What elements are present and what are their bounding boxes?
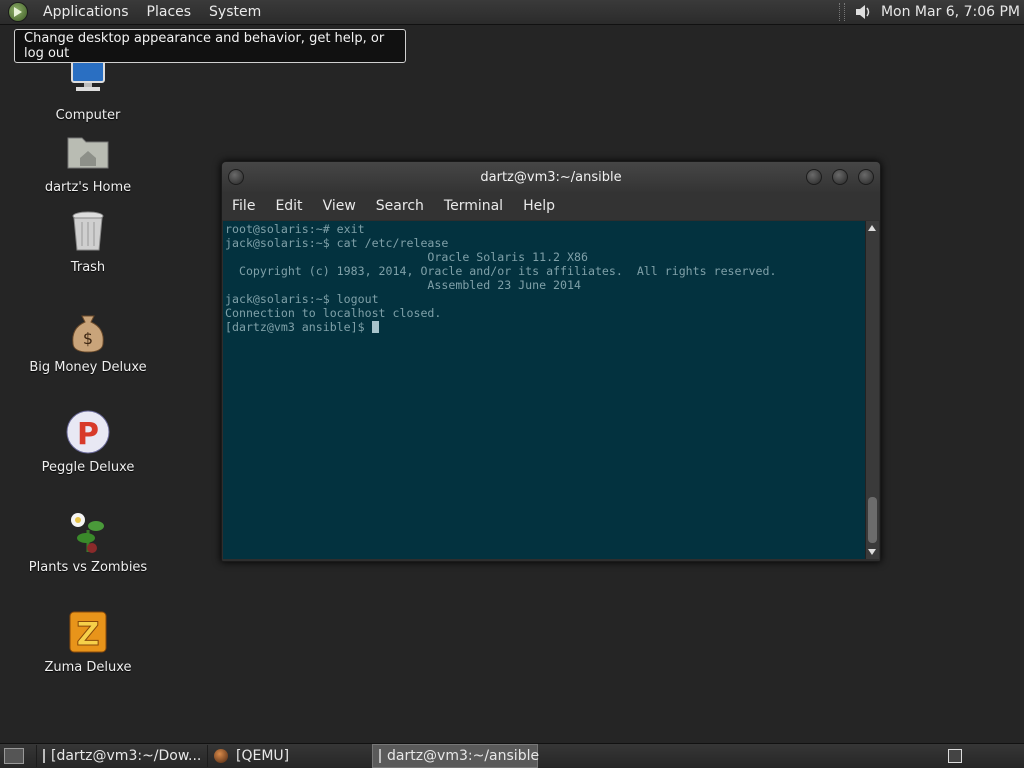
minimize-button[interactable] — [806, 169, 822, 185]
panel-tray: Mon Mar 6, 7:06 PM — [838, 0, 1024, 24]
taskbar-item-qemu[interactable]: [QEMU] — [207, 745, 372, 767]
desktop-icon-label: Computer — [55, 108, 121, 123]
show-desktop-icon[interactable] — [4, 748, 24, 764]
plants-icon — [71, 513, 104, 553]
desktop-icon-home[interactable]: dartz's Home — [18, 128, 158, 195]
desktop-icon-label: Trash — [70, 260, 106, 275]
menu-search[interactable]: Search — [366, 198, 434, 214]
desktop-icon-label: Plants vs Zombies — [28, 560, 148, 575]
zuma-icon: Z — [69, 611, 107, 654]
home-folder-icon — [67, 137, 109, 169]
terminal-icon — [43, 749, 45, 763]
terminal-line: Assembled 23 June 2014 — [225, 278, 581, 292]
window-title: dartz@vm3:~/ansible — [480, 169, 622, 185]
menu-applications[interactable]: Applications — [34, 4, 138, 20]
window-titlebar[interactable]: dartz@vm3:~/ansible — [222, 162, 880, 192]
top-panel: Applications Places System Mon Mar 6, 7:… — [0, 0, 1024, 25]
computer-icon — [71, 59, 105, 91]
peggle-icon: P — [66, 410, 110, 454]
gnome-foot-icon[interactable] — [8, 2, 28, 22]
scroll-down-arrow-icon[interactable] — [868, 549, 876, 555]
close-button[interactable] — [858, 169, 874, 185]
taskbar-item-label: dartz@vm3:~/ansible — [387, 748, 540, 764]
terminal-line: Oracle Solaris 11.2 X86 — [225, 250, 588, 264]
terminal-line: Connection to localhost closed. — [225, 306, 442, 320]
terminal-line: jack@solaris:~$ logout — [225, 292, 379, 306]
clock[interactable]: Mon Mar 6, 7:06 PM — [881, 4, 1020, 20]
menu-edit[interactable]: Edit — [265, 198, 312, 214]
text-cursor — [371, 321, 379, 333]
terminal-line: root@solaris:~# exit — [225, 222, 365, 236]
menu-system[interactable]: System — [200, 4, 270, 20]
menu-terminal[interactable]: Terminal — [434, 198, 513, 214]
scrollbar-thumb[interactable] — [868, 497, 877, 543]
volume-icon[interactable] — [853, 2, 873, 22]
scroll-up-arrow-icon[interactable] — [868, 225, 876, 231]
trash-icon — [72, 211, 104, 251]
desktop-icon-zuma[interactable]: Z Zuma Deluxe — [18, 608, 158, 675]
svg-text:Z: Z — [76, 615, 99, 653]
maximize-button[interactable] — [832, 169, 848, 185]
taskbar-item-label: [QEMU] — [236, 748, 290, 764]
money-bag-icon: $ — [72, 315, 104, 353]
panel-separator — [838, 3, 845, 21]
terminal-line: jack@solaris:~$ cat /etc/release — [225, 236, 449, 250]
desktop-icon-computer[interactable]: Computer — [18, 56, 158, 123]
menu-file[interactable]: File — [222, 198, 265, 214]
taskbar-item-label: [dartz@vm3:~/Dow... — [51, 748, 202, 764]
bottom-panel: [dartz@vm3:~/Dow... [QEMU] dartz@vm3:~/a… — [0, 743, 1024, 768]
desktop-icon-label: Peggle Deluxe — [41, 460, 135, 475]
terminal-icon — [379, 749, 381, 763]
taskbar-item-ansible[interactable]: dartz@vm3:~/ansible — [372, 744, 540, 768]
terminal-line: Copyright (c) 1983, 2014, Oracle and/or … — [225, 264, 777, 278]
terminal-prompt-line[interactable]: [dartz@vm3 ansible]$ — [225, 320, 863, 334]
system-menu-tooltip: Change desktop appearance and behavior, … — [14, 29, 406, 63]
desktop-icon-label: Zuma Deluxe — [44, 660, 132, 675]
terminal-menubar: File Edit View Search Terminal Help — [222, 192, 880, 220]
desktop-icon-label: dartz's Home — [44, 180, 132, 195]
terminal-window[interactable]: dartz@vm3:~/ansible File Edit View Searc… — [221, 161, 881, 562]
svg-text:$: $ — [83, 329, 93, 348]
window-menu-icon[interactable] — [228, 169, 244, 185]
menu-help[interactable]: Help — [513, 198, 565, 214]
terminal-output[interactable]: root@solaris:~# exit jack@solaris:~$ cat … — [223, 221, 865, 559]
desktop-icon-big-money[interactable]: $ Big Money Deluxe — [18, 308, 158, 375]
terminal-prompt: [dartz@vm3 ansible]$ — [225, 320, 372, 334]
menu-places[interactable]: Places — [138, 4, 201, 20]
desktop-icon-label: Big Money Deluxe — [29, 360, 147, 375]
workspace-switcher[interactable] — [948, 749, 962, 763]
terminal-scrollbar[interactable] — [865, 221, 879, 559]
qemu-icon — [214, 749, 228, 763]
top-menu: Applications Places System — [0, 0, 270, 24]
taskbar-item-downloads[interactable]: [dartz@vm3:~/Dow... — [36, 745, 207, 767]
menu-view[interactable]: View — [313, 198, 366, 214]
desktop-icon-plants[interactable]: Plants vs Zombies — [18, 508, 158, 575]
desktop-icon-peggle[interactable]: P Peggle Deluxe — [18, 408, 158, 475]
desktop-icon-trash[interactable]: Trash — [18, 208, 158, 275]
svg-text:P: P — [77, 417, 99, 452]
